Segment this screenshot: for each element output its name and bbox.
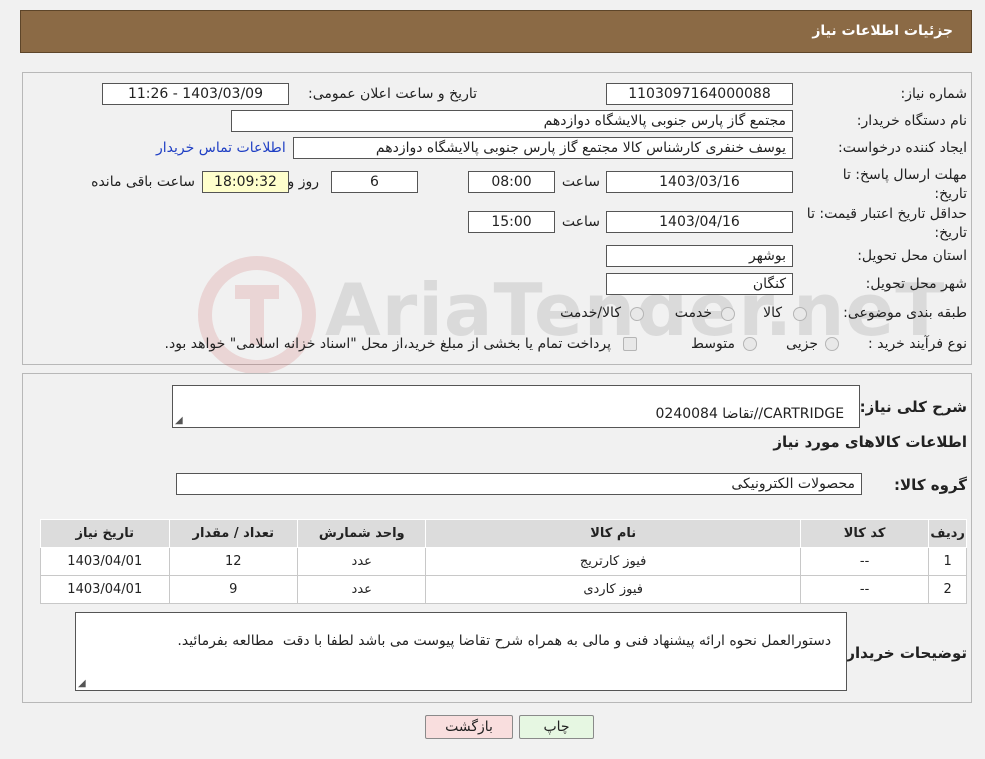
category-radio-goods[interactable] [793, 307, 807, 321]
items-table: ردیف کد کالا نام کالا واحد شمارش تعداد /… [40, 519, 967, 604]
need-number-field: 1103097164000088 [606, 83, 793, 105]
print-button[interactable]: چاپ [519, 715, 594, 739]
treasury-note: پرداخت تمام یا بخشی از مبلغ خرید،از محل … [164, 336, 611, 352]
purchase-radio-medium[interactable] [743, 337, 757, 351]
cell-need-date: 1403/04/01 [40, 547, 170, 576]
province-label: استان محل تحویل: [857, 248, 967, 264]
cell-item-name: فیوز کاردی [425, 575, 801, 604]
province-field: بوشهر [606, 245, 793, 267]
col-item-code: کد کالا [799, 519, 930, 548]
table-row: 2 -- فیوز کاردی عدد 9 1403/04/01 [40, 575, 967, 604]
resize-grip-icon: ◢ [175, 415, 183, 426]
col-need-date: تاریخ نیاز [40, 519, 170, 548]
buyer-contact-link[interactable]: اطلاعات تماس خریدار [156, 140, 286, 156]
description-field[interactable]: CARTRIDGE//تقاضا 0240084 ◢ [172, 385, 860, 428]
cell-item-name: فیوز کارتریج [425, 547, 801, 576]
remaining-time-label: ساعت باقی مانده [91, 174, 195, 190]
announce-datetime-label: تاریخ و ساعت اعلان عمومی: [308, 86, 477, 102]
price-time-label: ساعت [561, 214, 600, 230]
cell-need-date: 1403/04/01 [40, 575, 170, 604]
buyer-org-label: نام دستگاه خریدار: [856, 113, 967, 129]
items-table-header: ردیف کد کالا نام کالا واحد شمارش تعداد /… [40, 519, 967, 548]
page-title: جزئیات اطلاعات نیاز [812, 23, 953, 39]
reply-days-label: روز و [287, 174, 320, 190]
goods-group-field: محصولات الکترونیکی [176, 473, 862, 495]
reply-deadline-date: 1403/03/16 [606, 171, 793, 193]
need-number-label: شماره نیاز: [900, 86, 968, 102]
buyer-notes-field[interactable]: دستورالعمل نحوه ارائه پیشنهاد فنی و مالی… [75, 612, 847, 691]
cell-row-number: 2 [928, 575, 967, 604]
treasury-checkbox[interactable] [623, 337, 637, 351]
reply-days-field: 6 [331, 171, 418, 193]
purchase-option-minor: جزیی [786, 336, 818, 352]
category-option-service: خدمت [674, 305, 712, 321]
table-row: 1 -- فیوز کارتریج عدد 12 1403/04/01 [40, 547, 967, 576]
col-item-name: نام کالا [425, 519, 801, 548]
cell-unit: عدد [296, 575, 427, 604]
cell-unit: عدد [296, 547, 427, 576]
city-field: کنگان [606, 273, 793, 295]
category-radio-service[interactable] [721, 307, 735, 321]
requester-label: ایجاد کننده درخواست: [838, 140, 967, 156]
price-validity-time: 15:00 [468, 211, 555, 233]
cell-item-code: -- [799, 575, 930, 604]
remaining-time-field: 18:09:32 [202, 171, 289, 193]
col-quantity: تعداد / مقدار [168, 519, 299, 548]
cell-quantity: 12 [168, 547, 299, 576]
category-option-goods-service: کالا/خدمت [560, 305, 621, 321]
page-header: جزئیات اطلاعات نیاز [20, 10, 972, 53]
description-label: شرح کلی نیاز: [859, 398, 967, 416]
resize-grip-icon: ◢ [78, 678, 86, 689]
cell-item-code: -- [799, 547, 930, 576]
price-validity-date: 1403/04/16 [606, 211, 793, 233]
buyer-notes-text: دستورالعمل نحوه ارائه پیشنهاد فنی و مالی… [177, 633, 832, 649]
buyer-notes-label: توضیحات خریدار: [840, 644, 967, 662]
goods-section-title: اطلاعات کالاهای مورد نیاز [773, 433, 967, 451]
announce-datetime-field: 1403/03/09 - 11:26 [102, 83, 289, 105]
reply-time-label: ساعت [561, 174, 600, 190]
requester-field: یوسف خنفری کارشناس کالا مجتمع گاز پارس ج… [293, 137, 793, 159]
goods-group-label: گروه کالا: [894, 476, 967, 494]
category-option-goods: کالا [763, 305, 782, 321]
buyer-org-field: مجتمع گاز پارس جنوبی پالایشگاه دوازدهم [231, 110, 793, 132]
col-unit: واحد شمارش [296, 519, 427, 548]
cell-quantity: 9 [168, 575, 299, 604]
category-label: طبقه بندی موضوعی: [843, 305, 967, 321]
purchase-radio-minor[interactable] [825, 337, 839, 351]
col-row-number: ردیف [928, 519, 967, 548]
cell-row-number: 1 [928, 547, 967, 576]
city-label: شهر محل تحویل: [865, 276, 967, 292]
purchase-type-label: نوع فرآیند خرید : [868, 336, 967, 352]
description-text: CARTRIDGE//تقاضا 0240084 [655, 406, 845, 422]
purchase-option-medium: متوسط [691, 336, 735, 352]
back-button[interactable]: بازگشت [425, 715, 513, 739]
category-radio-goods-service[interactable] [630, 307, 644, 321]
reply-deadline-time: 08:00 [468, 171, 555, 193]
reply-deadline-label: مهلت ارسال پاسخ: تا تاریخ: [842, 167, 967, 202]
price-validity-label: حداقل تاریخ اعتبار قیمت: تا تاریخ: [806, 206, 967, 241]
